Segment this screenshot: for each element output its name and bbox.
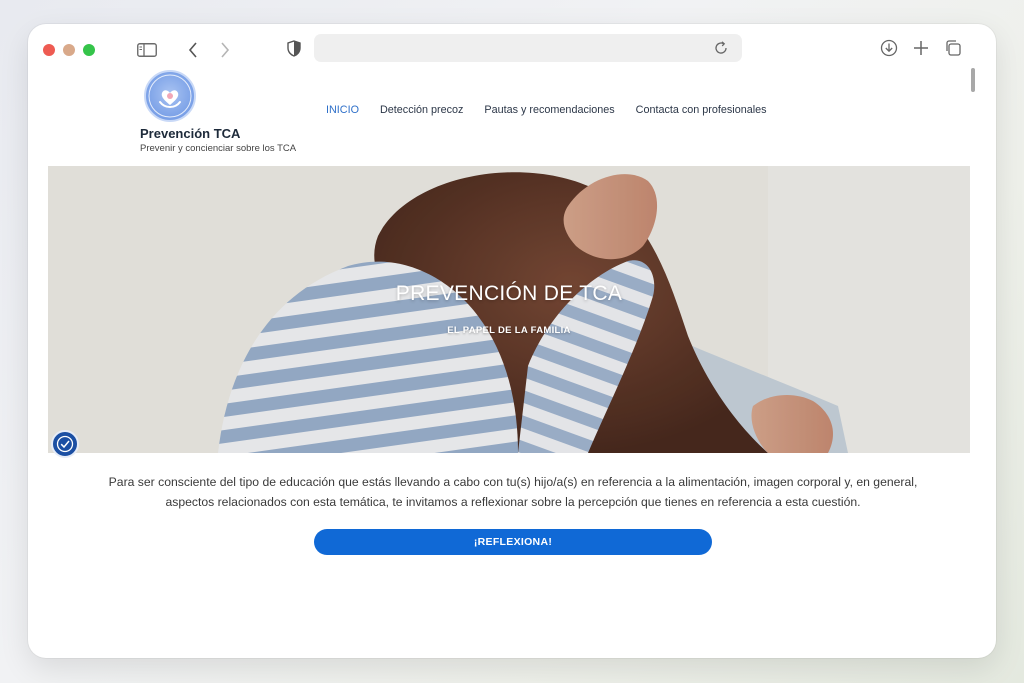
sidebar-icon[interactable] — [136, 40, 158, 60]
nav-item-contacta[interactable]: Contacta con profesionales — [636, 104, 767, 116]
forward-icon[interactable] — [215, 38, 235, 62]
main-nav: INICIO Detección precoz Pautas y recomen… — [326, 104, 767, 116]
hero-title: PREVENCIÓN DE TCA — [395, 282, 623, 305]
tabs-icon[interactable] — [942, 37, 964, 59]
site-title[interactable]: Prevención TCA — [140, 126, 240, 141]
reflexiona-button[interactable]: ¡REFLEXIONA! — [314, 529, 712, 555]
page-scrollbar[interactable] — [971, 68, 975, 92]
shield-icon[interactable] — [284, 37, 304, 59]
hero-banner: PREVENCIÓN DE TCA EL PAPEL DE LA FAMILIA — [48, 166, 970, 453]
accessibility-icon[interactable] — [51, 430, 79, 458]
browser-window: Prevención TCA Prevenir y concienciar so… — [28, 24, 996, 658]
intro-text: Para ser consciente del tipo de educació… — [108, 475, 918, 509]
address-bar[interactable] — [314, 34, 742, 62]
close-window-button[interactable] — [43, 44, 55, 56]
download-icon[interactable] — [878, 37, 900, 59]
minimize-window-button[interactable] — [63, 44, 75, 56]
hero-subtitle: EL PAPEL DE LA FAMILIA — [447, 325, 571, 336]
hero-image — [48, 166, 970, 453]
site-logo[interactable] — [144, 70, 196, 122]
nav-item-pautas[interactable]: Pautas y recomendaciones — [484, 104, 614, 116]
site-tagline: Prevenir y concienciar sobre los TCA — [140, 143, 297, 154]
reload-icon[interactable] — [712, 39, 730, 57]
maximize-window-button[interactable] — [83, 44, 95, 56]
plus-icon[interactable] — [910, 37, 932, 59]
browser-toolbar — [28, 24, 996, 74]
back-icon[interactable] — [183, 38, 203, 62]
nav-item-inicio[interactable]: INICIO — [326, 104, 359, 116]
nav-item-deteccion-precoz[interactable]: Detección precoz — [380, 104, 463, 116]
